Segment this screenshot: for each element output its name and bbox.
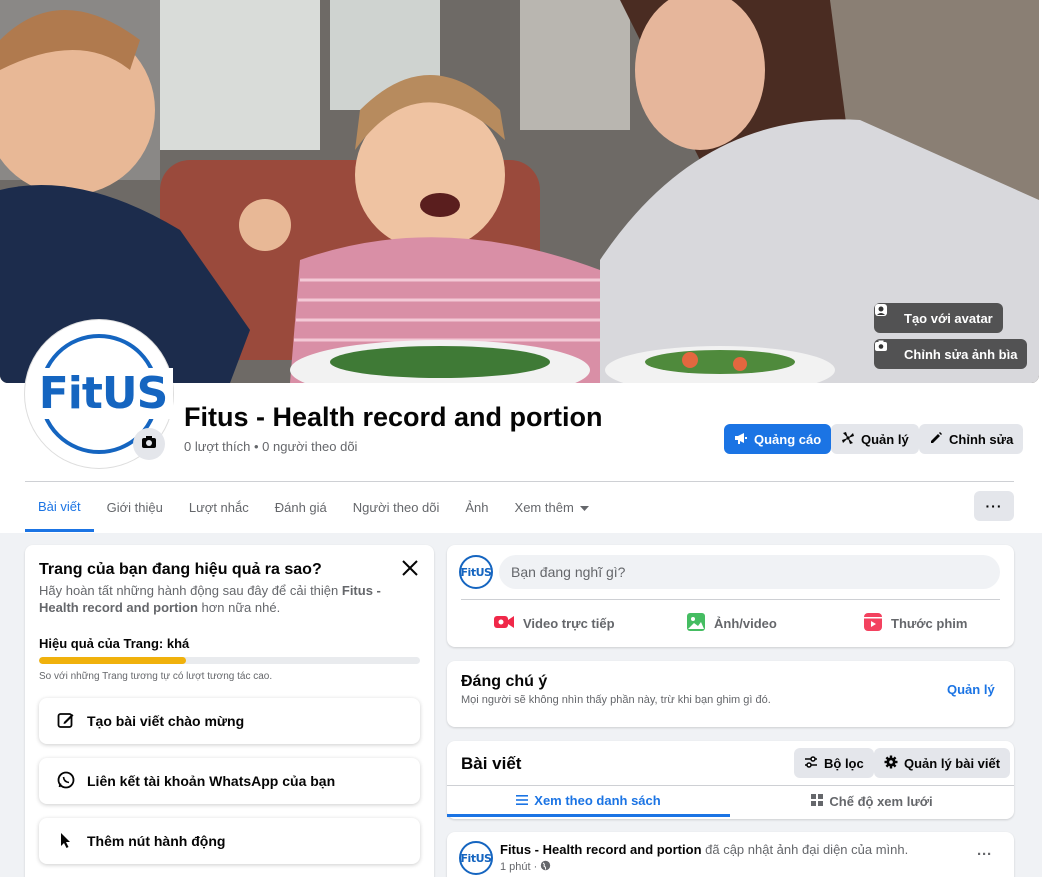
tab-mentions[interactable]: Lượt nhắc (176, 484, 262, 530)
page-more-button[interactable]: ··· (974, 491, 1014, 521)
post-action: đã cập nhật ảnh đại diện của mình. (701, 842, 909, 857)
performance-title: Trang của bạn đang hiệu quả ra sao? (39, 561, 322, 578)
reel-label: Thước phim (891, 615, 968, 631)
profile-avatar[interactable]: FitUS (25, 320, 173, 468)
manage-label: Quản lý (861, 431, 909, 447)
performance-progress-fill (39, 657, 186, 664)
action-add-cta-button[interactable]: Thêm nút hành động (39, 818, 420, 864)
edit-page-label: Chỉnh sửa (949, 431, 1014, 447)
manage-posts-button[interactable]: Quản lý bài viết (874, 748, 1011, 778)
photo-video-label: Ảnh/video (714, 615, 777, 631)
advertise-label: Quảng cáo (754, 431, 822, 447)
close-icon[interactable] (399, 557, 421, 579)
create-with-avatar-button[interactable]: Tạo với avatar (874, 303, 1003, 333)
post-meta: 1 phút · (500, 860, 551, 874)
avatar-icon (875, 304, 898, 325)
reel-button[interactable]: Thước phim (863, 611, 967, 635)
video-camera-icon (493, 614, 515, 633)
create-with-avatar-label: Tạo với avatar (904, 310, 993, 326)
edit-cover-button[interactable]: Chỉnh sửa ảnh bìa (874, 339, 1028, 369)
advertise-button[interactable]: Quảng cáo (724, 424, 832, 454)
post-header: Fitus - Health record and portion đã cập… (500, 842, 908, 857)
filter-label: Bộ lọc (824, 755, 864, 771)
post-author-avatar[interactable]: FitUS (459, 841, 493, 875)
composer-avatar: FitUS (459, 555, 493, 589)
pencil-icon (929, 431, 943, 448)
live-video-label: Video trực tiếp (523, 615, 615, 631)
action-create-welcome-post[interactable]: Tạo bài viết chào mừng (39, 698, 420, 744)
action-label: Liên kết tài khoản WhatsApp của bạn (87, 773, 336, 789)
post-card: FitUS Fitus - Health record and portion … (447, 832, 1014, 877)
edit-page-button[interactable]: Chỉnh sửa (919, 424, 1024, 454)
megaphone-icon (734, 431, 748, 448)
page-performance-card: Trang của bạn đang hiệu quả ra sao? Hãy … (25, 545, 434, 877)
post-more-button[interactable]: ··· (977, 846, 992, 863)
fan-icon (841, 431, 855, 448)
post-composer: FitUS Bạn đang nghĩ gì? Video trực tiếp … (447, 545, 1014, 647)
edit-square-icon (57, 711, 75, 732)
photo-video-button[interactable]: Ảnh/video (686, 611, 777, 635)
composer-input[interactable]: Bạn đang nghĩ gì? (499, 555, 1000, 589)
tab-label: Xem thêm (514, 499, 574, 515)
tab-label: Lượt nhắc (188, 499, 249, 515)
sliders-icon (804, 755, 818, 772)
action-link-whatsapp[interactable]: Liên kết tài khoản WhatsApp của bạn (39, 758, 420, 804)
composer-divider (461, 599, 1000, 600)
cursor-icon (57, 831, 75, 852)
tab-label: Đánh giá (274, 499, 327, 515)
page-title: Fitus - Health record and portion (184, 402, 603, 432)
grid-view-tab[interactable]: Chế độ xem lưới (730, 786, 1014, 817)
cover-photo[interactable]: Tạo với avatar Chỉnh sửa ảnh bìa (0, 0, 1039, 383)
tab-photos[interactable]: Ảnh (452, 484, 501, 530)
list-icon (516, 793, 529, 808)
tab-see-more[interactable]: Xem thêm (502, 484, 602, 530)
performance-desc-prefix: Hãy hoàn tất những hành động sau đây để … (39, 583, 342, 598)
camera-icon (875, 340, 898, 361)
header-divider (25, 481, 1014, 482)
live-video-button[interactable]: Video trực tiếp (493, 611, 615, 635)
featured-manage-link[interactable]: Quản lý (947, 682, 995, 697)
globe-icon (540, 860, 551, 874)
action-label: Tạo bài viết chào mừng (87, 713, 245, 729)
performance-description: Hãy hoàn tất những hành động sau đây để … (39, 582, 409, 616)
tab-label: Ảnh (465, 499, 489, 515)
page-tabs: Bài viết Giới thiệu Lượt nhắc Đánh giá N… (25, 484, 602, 532)
avatar-camera-button[interactable] (133, 428, 165, 460)
performance-desc-suffix: hơn nữa nhé. (197, 600, 281, 615)
grid-view-label: Chế độ xem lưới (829, 794, 933, 809)
grid-icon (811, 794, 824, 809)
tab-followers[interactable]: Người theo dõi (340, 484, 453, 530)
performance-compare: So với những Trang tương tự có lượt tươn… (39, 671, 273, 682)
manage-button[interactable]: Quản lý (831, 424, 919, 454)
tab-label: Bài viết (38, 499, 81, 514)
featured-title: Đáng chú ý (461, 673, 548, 690)
camera-icon (141, 434, 157, 455)
tab-posts[interactable]: Bài viết (25, 484, 94, 532)
performance-progress-bar (39, 657, 420, 664)
tab-label: Giới thiệu (106, 499, 163, 515)
gear-icon (884, 755, 898, 772)
reel-icon (863, 612, 883, 635)
action-label: Thêm nút hành động (87, 833, 226, 849)
post-time[interactable]: 1 phút · (500, 861, 537, 873)
performance-level: Hiệu quả của Trang: khá (39, 636, 190, 651)
whatsapp-icon (57, 771, 75, 792)
posts-section: Bài viết Bộ lọc Quản lý bài viết Xem the… (447, 741, 1014, 819)
posts-title: Bài viết (461, 754, 522, 773)
tab-label: Người theo dõi (352, 499, 440, 515)
tab-about[interactable]: Giới thiệu (94, 484, 176, 530)
caret-down-icon (579, 500, 589, 515)
tab-reviews[interactable]: Đánh giá (262, 484, 340, 530)
photo-icon (686, 612, 706, 635)
featured-description: Mọi người sẽ không nhìn thấy phần này, t… (461, 694, 771, 706)
list-view-label: Xem theo danh sách (534, 792, 661, 808)
avatar-logo-text: FitUS (33, 368, 173, 419)
page-stats: 0 lượt thích • 0 người theo dõi (184, 439, 358, 454)
filter-button[interactable]: Bộ lọc (794, 748, 874, 778)
featured-card: Đáng chú ý Mọi người sẽ không nhìn thấy … (447, 661, 1014, 727)
post-author[interactable]: Fitus - Health record and portion (500, 842, 702, 857)
list-view-tab[interactable]: Xem theo danh sách (447, 786, 730, 817)
edit-cover-label: Chỉnh sửa ảnh bìa (904, 346, 1018, 362)
manage-posts-label: Quản lý bài viết (904, 755, 1001, 771)
